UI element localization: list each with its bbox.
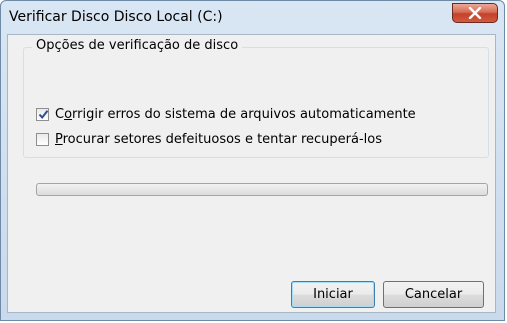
option-fix-errors[interactable]: Corrigir erros do sistema de arquivos au… (36, 105, 416, 123)
window-title: Verificar Disco Disco Local (C:) (9, 9, 223, 25)
start-button[interactable]: Iniciar (291, 281, 375, 308)
progress-bar (36, 183, 488, 196)
close-button[interactable] (452, 3, 498, 23)
checkmark-icon (38, 109, 49, 119)
cancel-button[interactable]: Cancelar (383, 281, 484, 308)
fix-errors-checkbox[interactable] (36, 107, 49, 121)
scan-sectors-label: Procurar setores defeituosos e tentar re… (55, 131, 382, 147)
close-icon (468, 7, 482, 19)
title-bar[interactable]: Verificar Disco Disco Local (C:) (1, 1, 504, 35)
groupbox-legend: Opções de verificação de disco (32, 38, 243, 53)
fix-errors-label: Corrigir erros do sistema de arquivos au… (55, 106, 416, 122)
scan-sectors-checkbox[interactable] (36, 132, 49, 146)
option-scan-sectors[interactable]: Procurar setores defeituosos e tentar re… (36, 130, 382, 148)
